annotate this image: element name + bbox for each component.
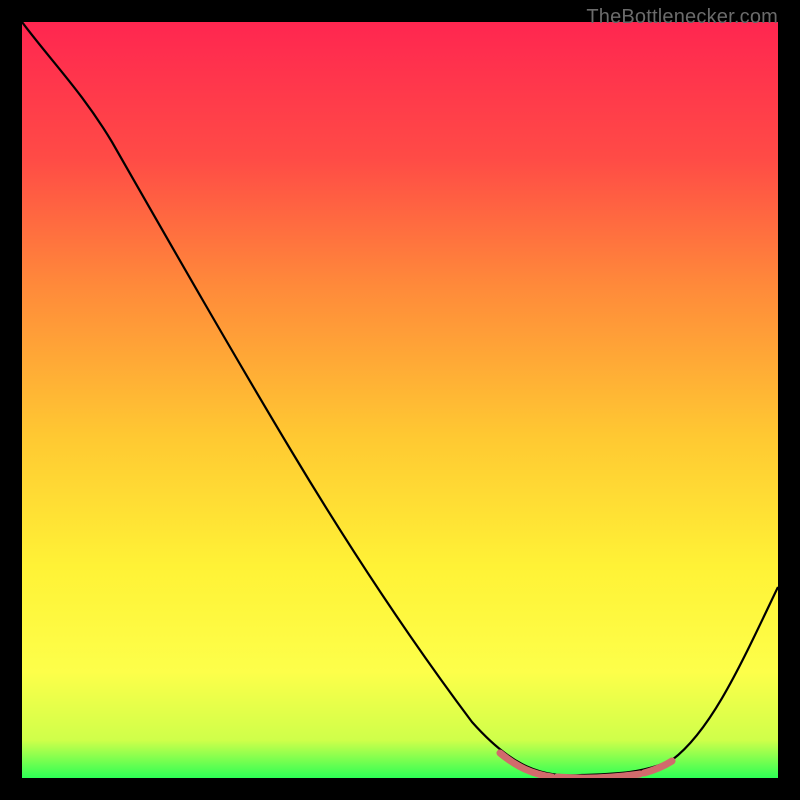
watermark-text: TheBottlenecker.com [586, 6, 778, 29]
plot-background [22, 22, 778, 778]
chart-svg [22, 22, 778, 778]
chart-frame [22, 22, 778, 778]
